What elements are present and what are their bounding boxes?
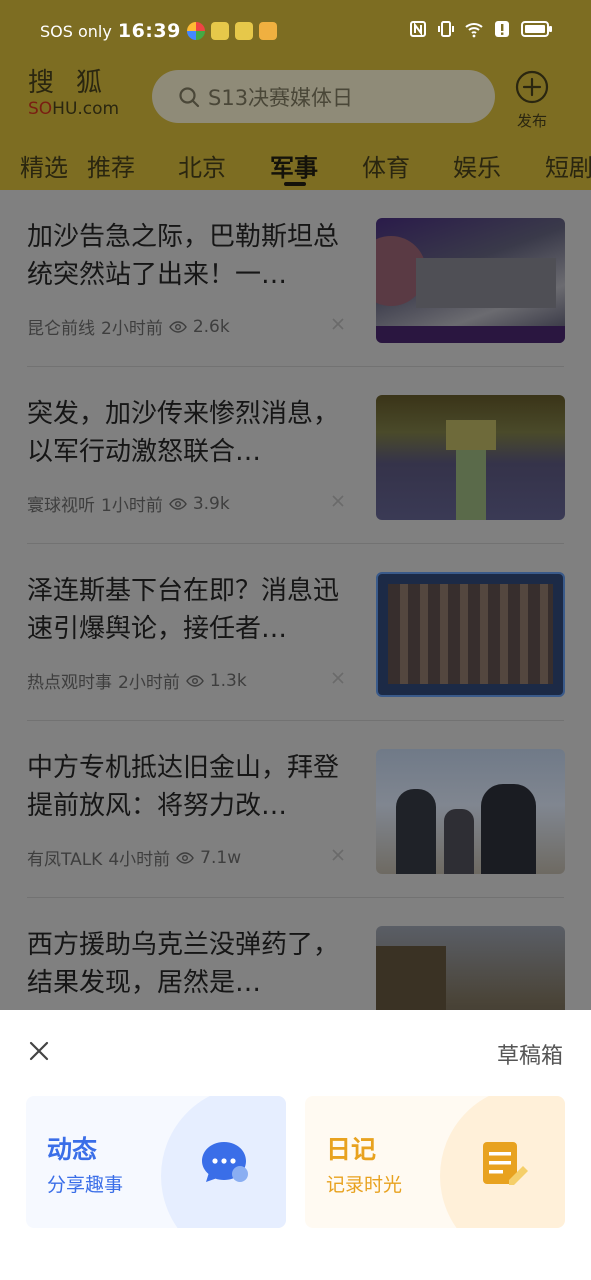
publish-label: 发布 — [516, 112, 547, 130]
drafts-button[interactable]: 草稿箱 — [497, 1038, 563, 1070]
active-tab-indicator — [284, 182, 306, 186]
search-placeholder: S13决赛媒体日 — [208, 85, 354, 110]
app-notification-icon — [186, 22, 205, 40]
news-item[interactable]: 中方专机抵达旧金山，拜登提前放风：将努力改… 有凤TALK 4小时前 7.1w — [0, 721, 591, 898]
post-diary-card[interactable]: 日记 记录时光 — [305, 1096, 565, 1228]
news-time: 1小时前 — [101, 496, 163, 516]
logo-latin-rest: HU.com — [52, 99, 120, 119]
alert-icon — [495, 21, 509, 37]
plus-circle-icon — [515, 70, 549, 104]
battery-icon — [521, 21, 552, 37]
channel-tabs: 精选 推荐 北京 军事 体育 娱乐 短剧 — [0, 138, 591, 190]
news-title: 西方援助乌克兰没弹药了，结果发现，居然是… — [27, 930, 340, 998]
search-bar[interactable]: S13决赛媒体日 — [152, 70, 495, 123]
news-meta: 有凤TALK 4小时前 7.1w — [27, 845, 242, 871]
tab-short-drama[interactable]: 短剧 — [545, 148, 591, 183]
search-icon — [179, 86, 200, 107]
app-notification-icon — [234, 22, 253, 40]
clock: 16:39 — [117, 20, 181, 42]
news-item[interactable]: 突发，加沙传来惨烈消息，以军行动激怒联合… 寰球视听 1小时前 3.9k — [0, 367, 591, 544]
news-title: 中方专机抵达旧金山，拜登提前放风：将努力改… — [27, 753, 340, 821]
wifi-icon — [465, 23, 483, 38]
dismiss-icon[interactable] — [330, 847, 346, 863]
publish-button[interactable]: 发布 — [510, 70, 554, 130]
tab-military[interactable]: 军事 — [270, 148, 318, 183]
eye-icon — [176, 851, 194, 864]
app-header: SOS only 16:39 搜狐 SOHU.com S13决赛媒体日 发布 精… — [0, 0, 591, 190]
news-views: 7.1w — [200, 847, 242, 868]
news-thumbnail — [376, 395, 565, 520]
news-feed: 加沙告急之际，巴勒斯坦总统突然站了出来！一… 昆仑前线 2小时前 2.6k 突发… — [0, 190, 591, 1010]
news-time: 2小时前 — [118, 673, 180, 693]
nfc-icon — [410, 21, 426, 37]
tab-featured[interactable]: 精选 — [20, 148, 68, 183]
carrier-text: SOS only — [40, 21, 112, 41]
status-bar: SOS only 16:39 — [0, 0, 591, 66]
news-title: 突发，加沙传来惨烈消息，以军行动激怒联合… — [27, 399, 340, 467]
news-source: 寰球视听 — [27, 496, 95, 516]
card-title: 动态 — [47, 1135, 98, 1164]
news-source: 有凤TALK — [27, 850, 103, 870]
sohu-logo[interactable]: 搜狐 SOHU.com — [28, 68, 128, 126]
status-bar-left: SOS only 16:39 — [40, 20, 277, 42]
news-views: 1.3k — [209, 670, 247, 691]
news-time: 4小时前 — [108, 850, 171, 870]
news-thumbnail — [376, 572, 565, 697]
eye-icon — [169, 497, 187, 510]
news-source: 昆仑前线 — [27, 319, 95, 339]
app-notification-icon — [210, 22, 229, 40]
status-bar-right — [409, 20, 553, 38]
dismiss-icon[interactable] — [330, 670, 346, 686]
eye-icon — [186, 674, 204, 687]
tab-beijing[interactable]: 北京 — [178, 148, 226, 183]
card-subtitle: 记录时光 — [326, 1174, 403, 1196]
chat-bubble-icon — [202, 1142, 248, 1182]
news-source: 热点观时事 — [27, 673, 112, 693]
dismiss-icon[interactable] — [330, 493, 346, 509]
eye-icon — [169, 320, 187, 333]
logo-latin: SOHU.com — [28, 98, 128, 120]
tab-recommend[interactable]: 推荐 — [87, 148, 135, 183]
news-title: 加沙告急之际，巴勒斯坦总统突然站了出来！一… — [27, 222, 340, 290]
card-title: 日记 — [326, 1135, 377, 1164]
news-meta: 热点观时事 2小时前 1.3k — [27, 668, 247, 694]
news-time: 2小时前 — [101, 319, 163, 339]
news-meta: 昆仑前线 2小时前 2.6k — [27, 314, 230, 340]
post-moment-card[interactable]: 动态 分享趣事 — [26, 1096, 286, 1228]
news-views: 3.9k — [192, 493, 230, 514]
card-subtitle: 分享趣事 — [47, 1174, 124, 1196]
news-title: 泽连斯基下台在即？消息迅速引爆舆论，接任者… — [27, 576, 340, 644]
tab-entertainment[interactable]: 娱乐 — [453, 148, 501, 183]
publish-bottom-sheet: 草稿箱 动态 分享趣事 日记 记录时光 — [0, 1010, 591, 1280]
tab-sports[interactable]: 体育 — [362, 148, 410, 183]
app-notification-icon — [258, 22, 277, 40]
news-views: 2.6k — [192, 316, 230, 337]
dismiss-icon[interactable] — [330, 316, 346, 332]
news-item[interactable]: 泽连斯基下台在即？消息迅速引爆舆论，接任者… 热点观时事 2小时前 1.3k — [0, 544, 591, 721]
diary-edit-icon — [483, 1142, 528, 1185]
news-thumbnail — [376, 749, 565, 874]
news-thumbnail — [376, 926, 565, 1010]
logo-chinese: 搜狐 — [28, 68, 125, 98]
news-thumbnail — [376, 218, 565, 343]
vibrate-icon — [438, 21, 454, 37]
news-item[interactable]: 西方援助乌克兰没弹药了，结果发现，居然是… — [0, 898, 591, 1010]
news-meta: 寰球视听 1小时前 3.9k — [27, 491, 230, 517]
close-icon[interactable] — [28, 1040, 50, 1062]
news-item[interactable]: 加沙告急之际，巴勒斯坦总统突然站了出来！一… 昆仑前线 2小时前 2.6k — [0, 190, 591, 367]
logo-latin-red: SO — [28, 99, 53, 119]
